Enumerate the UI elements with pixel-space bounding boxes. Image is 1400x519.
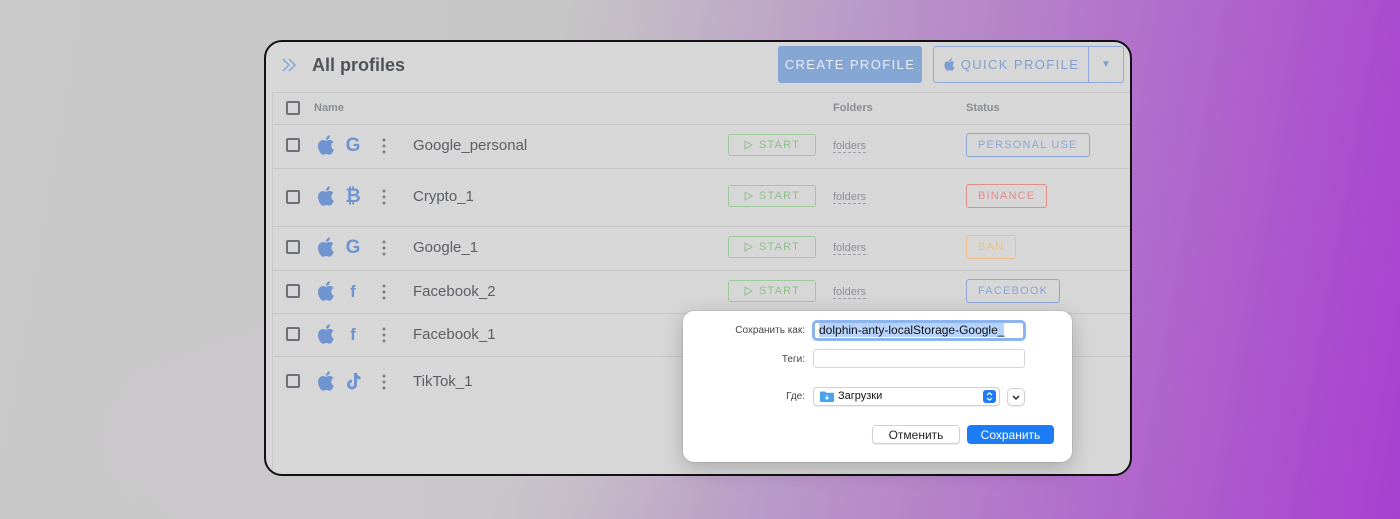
folders-link[interactable]: folders	[833, 286, 867, 299]
apple-icon	[318, 371, 334, 391]
start-label: START	[758, 139, 801, 151]
chevron-down-icon	[1012, 395, 1020, 400]
play-icon	[744, 286, 753, 296]
tags-label: Теги:	[781, 354, 805, 365]
profile-name: Facebook_1	[413, 326, 496, 343]
start-label: START	[758, 241, 801, 253]
more-menu-icon[interactable]	[381, 284, 387, 300]
where-label: Где:	[786, 391, 805, 402]
status-badge[interactable]: PERSONAL USE	[966, 133, 1090, 157]
save-as-value: dolphin-anty-localStorage-Google_	[819, 323, 1005, 337]
row-checkbox[interactable]	[286, 327, 300, 341]
more-menu-icon[interactable]	[381, 138, 387, 154]
table-row[interactable]: ₿ Crypto_1 START folders BINANCE	[273, 168, 1130, 227]
stepper-arrows-icon	[983, 390, 996, 403]
more-menu-icon[interactable]	[381, 189, 387, 205]
start-button[interactable]: START	[728, 236, 816, 258]
status-badge[interactable]: BAN	[966, 235, 1017, 259]
table-row[interactable]: G Google_personal START folders PERSONAL…	[273, 124, 1130, 169]
start-button[interactable]: START	[728, 185, 816, 207]
row-checkbox[interactable]	[286, 374, 300, 388]
start-button[interactable]: START	[728, 134, 816, 156]
save-as-label: Сохранить как:	[735, 325, 805, 336]
downloads-folder-icon	[820, 391, 834, 402]
facebook-icon: f	[350, 282, 356, 301]
tiktok-icon	[347, 373, 361, 390]
folders-link[interactable]: folders	[833, 191, 867, 204]
profile-name: Crypto_1	[413, 188, 474, 205]
status-badge[interactable]: BINANCE	[966, 184, 1048, 208]
apple-icon	[318, 135, 334, 155]
cancel-button[interactable]: Отменить	[872, 425, 960, 444]
row-checkbox[interactable]	[286, 240, 300, 254]
table-row[interactable]: G Google_1 START folders BAN	[273, 226, 1130, 271]
more-menu-icon[interactable]	[381, 327, 387, 343]
status-badge[interactable]: FACEBOOK	[966, 279, 1061, 303]
where-select[interactable]: Загрузки	[813, 387, 1000, 406]
save-dialog: Сохранить как: dolphin-anty-localStorage…	[683, 311, 1072, 462]
profile-name: Facebook_2	[413, 283, 496, 300]
play-icon	[744, 191, 753, 201]
more-menu-icon[interactable]	[381, 240, 387, 256]
profile-name: Google_1	[413, 239, 479, 256]
play-icon	[744, 140, 753, 150]
quick-profile-label: QUICK PROFILE	[960, 57, 1080, 72]
profile-name: TikTok_1	[413, 373, 473, 390]
column-header-folders: Folders	[833, 102, 873, 114]
apple-icon	[318, 186, 334, 206]
save-as-input[interactable]: dolphin-anty-localStorage-Google_	[812, 320, 1026, 341]
column-header-name: Name	[314, 102, 344, 114]
more-menu-icon[interactable]	[381, 374, 387, 390]
bitcoin-icon: ₿	[345, 186, 361, 207]
quick-profile-dropdown-icon[interactable]: ▼	[1088, 46, 1124, 83]
where-value: Загрузки	[838, 390, 883, 402]
start-button[interactable]: START	[728, 280, 816, 302]
select-all-checkbox[interactable]	[286, 101, 300, 115]
row-checkbox[interactable]	[286, 190, 300, 204]
table-header: Name Folders Status	[273, 93, 1130, 125]
expand-sidebar-icon[interactable]	[280, 54, 300, 76]
page-title: All profiles	[312, 55, 406, 75]
expand-dialog-button[interactable]	[1007, 388, 1025, 406]
facebook-icon: f	[350, 325, 356, 344]
google-icon: G	[345, 237, 361, 258]
create-profile-button[interactable]: CREATE PROFILE	[778, 46, 922, 83]
save-button[interactable]: Сохранить	[967, 425, 1054, 444]
apple-icon	[318, 324, 334, 344]
apple-icon	[318, 237, 334, 257]
row-checkbox[interactable]	[286, 138, 300, 152]
google-icon: G	[345, 135, 361, 156]
start-label: START	[758, 285, 801, 297]
column-header-status: Status	[966, 102, 1000, 114]
start-label: START	[758, 190, 801, 202]
row-checkbox[interactable]	[286, 284, 300, 298]
play-icon	[744, 242, 753, 252]
folders-link[interactable]: folders	[833, 140, 867, 153]
folders-link[interactable]: folders	[833, 242, 867, 255]
tags-input[interactable]	[813, 349, 1025, 368]
profile-name: Google_personal	[413, 137, 528, 154]
quick-profile-button[interactable]: QUICK PROFILE	[933, 46, 1089, 83]
apple-icon	[944, 58, 955, 71]
header: All profiles CREATE PROFILE QUICK PROFIL…	[266, 42, 1130, 92]
table-row[interactable]: f Facebook_2 START folders FACEBOOK	[273, 270, 1130, 314]
apple-icon	[318, 281, 334, 301]
